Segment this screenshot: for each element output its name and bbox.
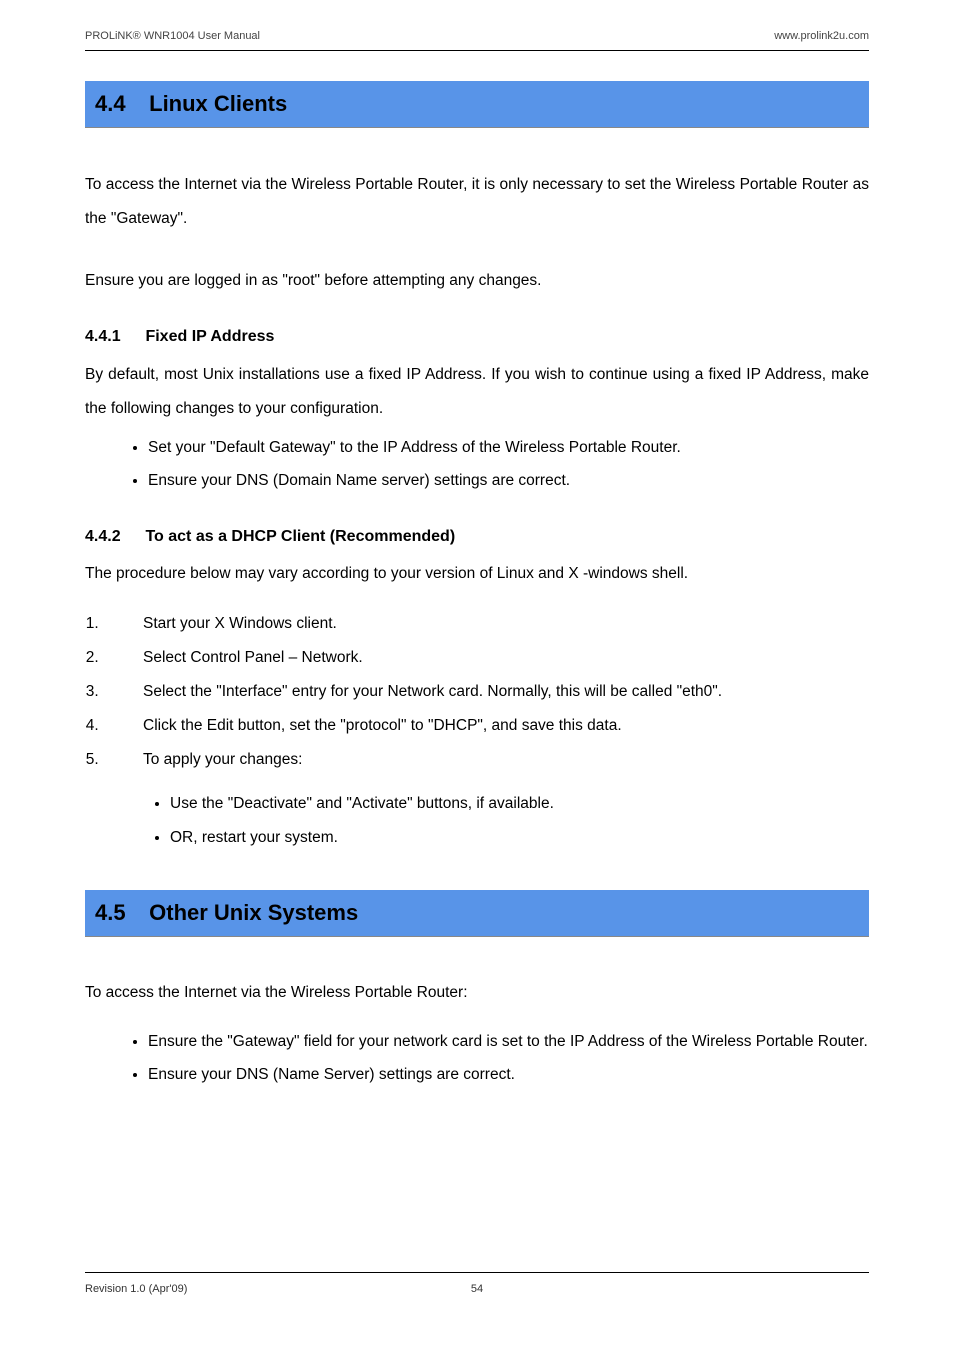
paragraph: The procedure below may vary according t… <box>85 558 869 589</box>
list-item: Start your X Windows client. <box>103 607 869 641</box>
subsection-title: Fixed IP Address <box>145 328 274 345</box>
paragraph: To access the Internet via the Wireless … <box>85 168 869 236</box>
subsection-title: To act as a DHCP Client (Recommended) <box>145 528 455 545</box>
section-title: Linux Clients <box>149 91 287 116</box>
paragraph: To access the Internet via the Wireless … <box>85 977 869 1008</box>
bullet-list: Ensure the "Gateway" field for your netw… <box>113 1026 869 1091</box>
header-right: www.prolink2u.com <box>774 30 869 42</box>
paragraph: By default, most Unix installations use … <box>85 358 869 426</box>
sub-bullet-list: Use the "Deactivate" and "Activate" butt… <box>135 787 869 855</box>
subsection-number: 4.4.2 <box>85 528 141 546</box>
list-item: Ensure the "Gateway" field for your netw… <box>148 1026 869 1059</box>
header-left: PROLiNK® WNR1004 User Manual <box>85 30 260 42</box>
section-title: Other Unix Systems <box>149 900 358 925</box>
sub-heading-4-4-2: 4.4.2 To act as a DHCP Client (Recommend… <box>85 528 869 546</box>
page-footer: Revision 1.0 (Apr'09) 54 <box>85 1272 869 1295</box>
list-item: Set your "Default Gateway" to the IP Add… <box>148 432 869 465</box>
list-item: Use the "Deactivate" and "Activate" butt… <box>170 787 869 821</box>
list-item: Ensure your DNS (Domain Name server) set… <box>148 465 869 498</box>
list-item: Select the "Interface" entry for your Ne… <box>103 675 869 709</box>
sub-heading-4-4-1: 4.4.1 Fixed IP Address <box>85 328 869 346</box>
list-item: OR, restart your system. <box>170 821 869 855</box>
list-item: Select Control Panel – Network. <box>103 641 869 675</box>
footer-page-number: 54 <box>471 1283 483 1295</box>
bullet-list: Set your "Default Gateway" to the IP Add… <box>113 432 869 497</box>
paragraph: Ensure you are logged in as "root" befor… <box>85 264 869 298</box>
section-number: 4.4 <box>95 91 143 117</box>
section-number: 4.5 <box>95 900 143 926</box>
list-item: To apply your changes: <box>103 743 869 777</box>
numbered-list: Start your X Windows client. Select Cont… <box>85 607 869 777</box>
list-item: Click the Edit button, set the "protocol… <box>103 709 869 743</box>
list-item: Ensure your DNS (Name Server) settings a… <box>148 1059 869 1092</box>
subsection-number: 4.4.1 <box>85 328 141 346</box>
page-header: PROLiNK® WNR1004 User Manual www.prolink… <box>85 30 869 51</box>
section-heading-4-4: 4.4 Linux Clients <box>85 81 869 128</box>
section-heading-4-5: 4.5 Other Unix Systems <box>85 890 869 937</box>
